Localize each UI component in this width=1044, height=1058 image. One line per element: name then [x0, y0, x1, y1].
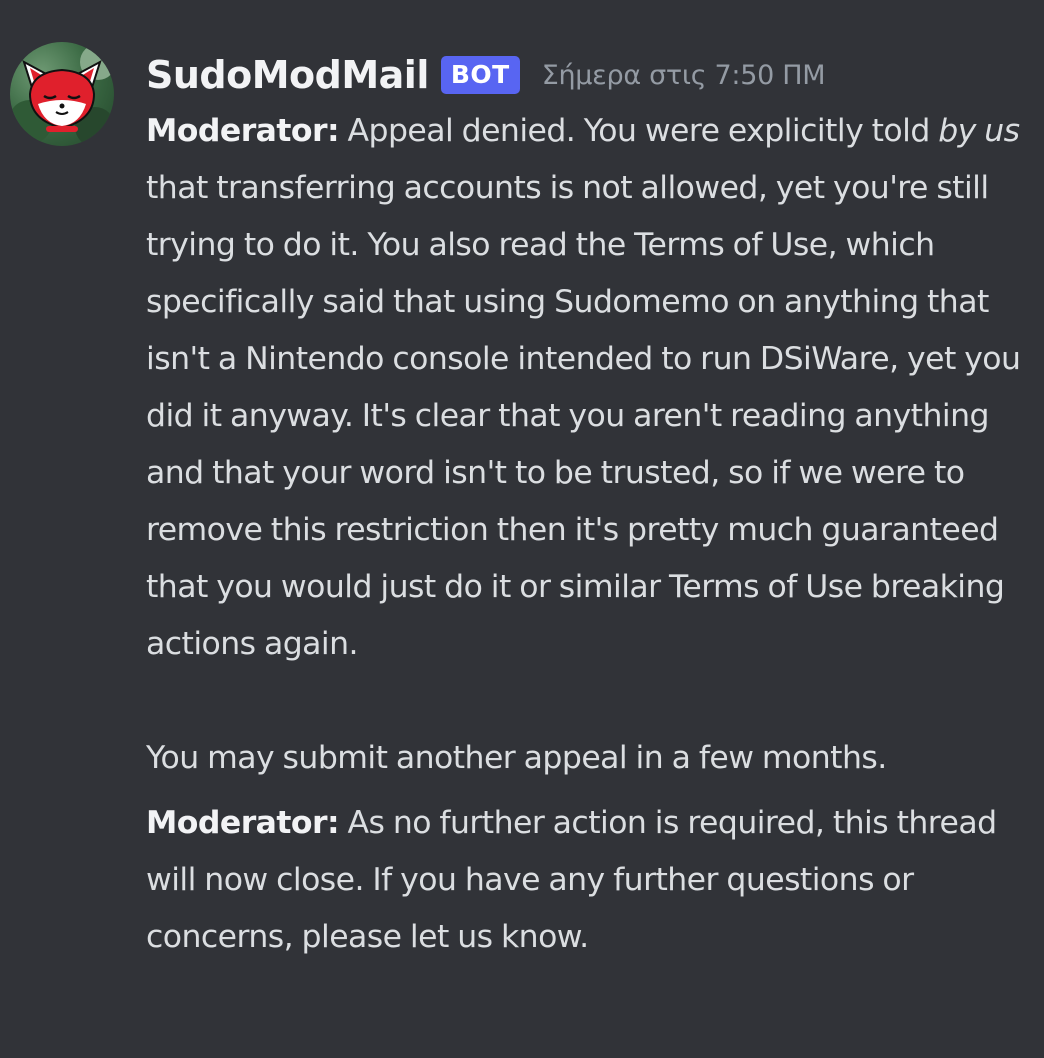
emphasized-text: by us — [938, 113, 1020, 149]
fox-avatar-icon — [10, 44, 114, 146]
chat-message: SudoModMail BOT Σήμερα στις 7:50 ΠΜ Mode… — [0, 0, 1044, 1058]
avatar[interactable] — [10, 42, 114, 146]
moderator-reply-denial: Moderator: Appeal denied. You were expli… — [146, 103, 1036, 673]
message-header: SudoModMail BOT Σήμερα στις 7:50 ΠΜ — [146, 50, 826, 100]
speaker-label: Moderator: — [146, 805, 340, 841]
follow-up-text: You may submit another appeal in a few m… — [146, 740, 887, 776]
moderator-reply-close: Moderator: As no further action is requi… — [146, 795, 1036, 966]
message-content: Moderator: Appeal denied. You were expli… — [146, 103, 1036, 966]
message-text: Appeal denied. You were explicitly told — [339, 113, 939, 149]
bot-tag: BOT — [440, 56, 520, 94]
message-text: that transferring accounts is not allowe… — [146, 170, 1021, 662]
username[interactable]: SudoModMail — [146, 53, 429, 97]
timestamp[interactable]: Σήμερα στις 7:50 ΠΜ — [542, 60, 826, 91]
speaker-label: Moderator: — [146, 113, 340, 149]
